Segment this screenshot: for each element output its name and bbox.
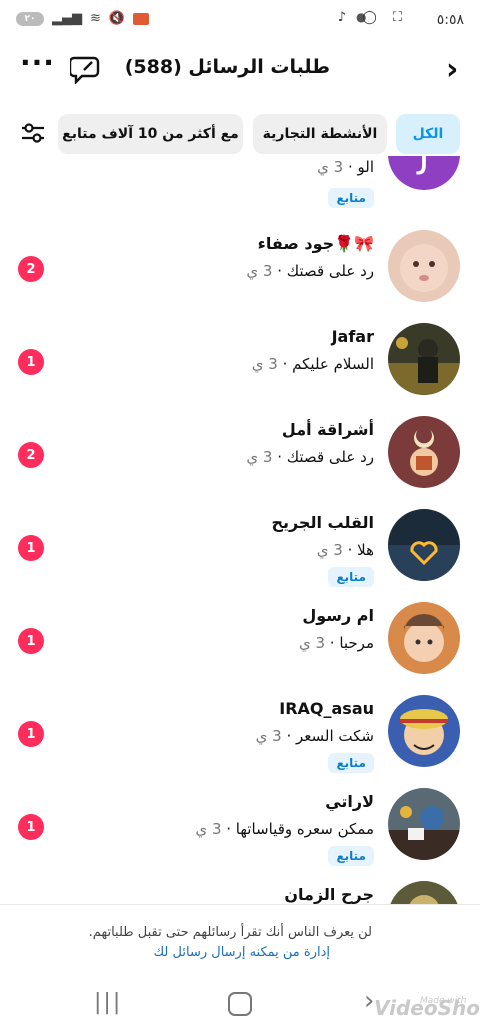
unread-count-badge: 1 — [18, 721, 44, 747]
avatar — [388, 323, 460, 395]
unread-count-badge: 1 — [18, 628, 44, 654]
notification-icons: ♪ ◯ ⛶ — [337, 10, 408, 25]
message-preview: الو · 3 ي — [317, 158, 374, 176]
unread-count-badge: 2 — [18, 442, 44, 468]
unread-count-badge: 1 — [18, 814, 44, 840]
list-item[interactable]: Jafar السلام عليكم · 3 ي 1 — [0, 313, 480, 407]
back-arrow-icon[interactable]: ‹ — [446, 52, 458, 87]
signal-icon: ▂▄▆ — [52, 11, 82, 26]
unread-count-badge: 1 — [18, 349, 44, 375]
message-preview: شكت السعر · 3 ي — [255, 727, 374, 745]
sender-name: القلب الجريح — [271, 513, 374, 532]
message-preview: ممكن سعره وقياساتها · 3 ي — [195, 820, 374, 838]
list-item[interactable]: لاراتي ممكن سعره وقياساتها · 3 ي متابع 1 — [0, 778, 480, 872]
avatar — [388, 695, 460, 767]
avatar — [388, 230, 460, 302]
status-left-icons: ٢٠ ▂▄▆ ≋ 🔇 — [16, 11, 150, 26]
message-preview: السلام عليكم · 3 ي — [251, 355, 374, 373]
sender-name: 🎀🌹جود صفاء — [257, 234, 374, 253]
sender-name: أشراقة أمل — [281, 420, 374, 439]
list-item[interactable]: J الو · 3 ي متابع 1 — [0, 156, 480, 208]
list-item[interactable]: القلب الجريح هلا · 3 ي متابع 1 — [0, 499, 480, 593]
avatar — [388, 509, 460, 581]
follower-badge: متابع — [328, 188, 374, 208]
avatar — [388, 788, 460, 860]
footer-info-text: لن يعرف الناس أنك تقرأ رسائلهم حتى تقبل … — [88, 925, 372, 940]
system-navbar: ||| › Made with VideoShow — [0, 968, 480, 1034]
list-item[interactable]: جرح الزمان — [0, 871, 480, 904]
cast-icon — [133, 12, 150, 25]
tab-all[interactable]: الكل — [396, 114, 460, 154]
home-icon[interactable] — [228, 992, 252, 1016]
avatar — [388, 602, 460, 674]
mute-icon: 🔇 — [108, 11, 126, 26]
list-item[interactable]: ام رسول مرحبا · 3 ي 1 — [0, 592, 480, 686]
list-item[interactable]: أشراقة أمل رد على قصتك · 3 ي 2 — [0, 406, 480, 500]
nav-back-icon[interactable]: › — [364, 986, 374, 1016]
battery-icon: ٢٠ — [16, 11, 44, 26]
message-preview: رد على قصتك · 3 ي — [246, 448, 374, 466]
sender-name: IRAQ_asau — [279, 699, 374, 718]
page-title: طلبات الرسائل (588) — [124, 56, 330, 78]
unread-count-badge: 2 — [18, 256, 44, 282]
follower-badge: متابع — [328, 846, 374, 866]
recents-icon[interactable]: ||| — [94, 990, 122, 1015]
tab-business[interactable]: الأنشطة التجارية — [253, 114, 387, 154]
follower-badge: متابع — [328, 753, 374, 773]
list-item[interactable]: 🎀🌹جود صفاء رد على قصتك · 3 ي 2 — [0, 220, 480, 314]
header: ··· طلبات الرسائل (588) ‹ — [0, 46, 480, 90]
list-item[interactable]: IRAQ_asau شكت السعر · 3 ي متابع 1 — [0, 685, 480, 779]
message-preview: مرحبا · 3 ي — [298, 634, 374, 652]
status-time: ٥:٥٨ — [436, 12, 464, 28]
tab-followers[interactable]: مع أكثر من 10 آلاف متابع — [58, 114, 243, 154]
compose-message-icon[interactable] — [68, 54, 102, 88]
avatar — [388, 881, 460, 904]
sender-name: لاراتي — [325, 792, 374, 811]
footer-info: لن يعرف الناس أنك تقرأ رسائلهم حتى تقبل … — [0, 904, 480, 969]
filter-tabs: مع أكثر من 10 آلاف متابع الأنشطة التجاري… — [0, 114, 480, 154]
more-options-icon[interactable]: ··· — [20, 46, 55, 79]
sender-name: ام رسول — [302, 606, 374, 625]
avatar: J — [388, 156, 460, 190]
follower-badge: متابع — [328, 567, 374, 587]
message-preview: هلا · 3 ي — [316, 541, 374, 559]
wifi-icon: ≋ — [90, 11, 101, 26]
avatar — [388, 416, 460, 488]
unread-count-badge: 1 — [18, 535, 44, 561]
sender-name: جرح الزمان — [284, 885, 374, 904]
message-request-list: J الو · 3 ي متابع 1 🎀🌹جود صفاء رد على قص… — [0, 156, 480, 904]
message-preview: رد على قصتك · 3 ي — [246, 262, 374, 280]
filter-settings-icon[interactable] — [20, 122, 46, 148]
watermark: VideoShow — [374, 996, 480, 1020]
status-bar: ٢٠ ▂▄▆ ≋ 🔇 ● ♪ ◯ ⛶ ٥:٥٨ — [0, 0, 480, 42]
manage-messages-link[interactable]: إدارة من يمكنه إرسال رسائل لك — [153, 945, 330, 960]
sender-name: Jafar — [331, 327, 374, 346]
